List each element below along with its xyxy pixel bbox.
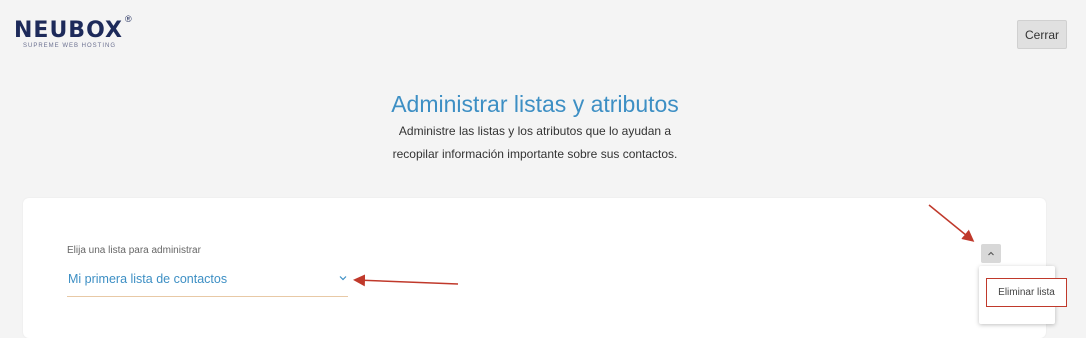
page-description: Administre las listas y los atributos qu… <box>0 120 1070 166</box>
list-actions-toggle-button[interactable] <box>981 244 1001 263</box>
chevron-down-icon <box>339 276 347 281</box>
close-button[interactable]: Cerrar <box>1017 20 1067 49</box>
list-actions-menu: Eliminar lista <box>979 266 1067 324</box>
logo-tagline: SUPREME WEB HOSTING <box>23 43 117 49</box>
neubox-logo: NEUBOX ® SUPREME WEB HOSTING <box>14 14 134 54</box>
description-line-1: Administre las listas y los atributos qu… <box>398 124 672 138</box>
list-select-value: Mi primera lista de contactos <box>68 272 228 286</box>
registered-mark: ® <box>125 14 132 24</box>
page-title: Administrar listas y atributos <box>391 91 679 118</box>
chevron-up-icon <box>988 251 994 256</box>
logo-wordmark: NEUBOX <box>14 18 123 43</box>
list-select-dropdown[interactable]: Mi primera lista de contactos <box>67 268 348 297</box>
delete-list-menu-item[interactable]: Eliminar lista <box>986 278 1067 307</box>
description-line-2: recopilar información importante sobre s… <box>392 147 678 161</box>
list-select-label: Elija una lista para administrar <box>67 245 201 256</box>
